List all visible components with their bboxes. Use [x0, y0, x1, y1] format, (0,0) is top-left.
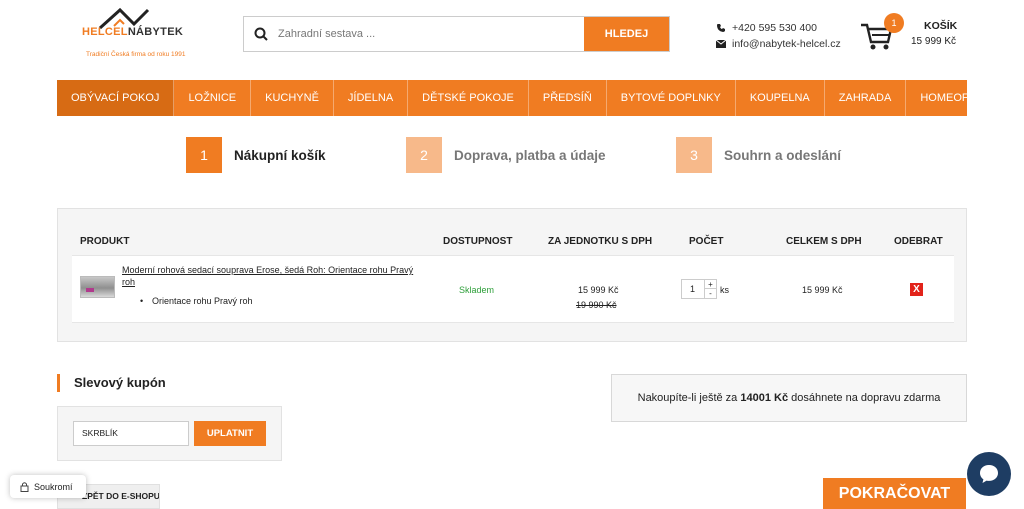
product-thumbnail[interactable] [80, 276, 115, 298]
search-button[interactable]: HLEDEJ [584, 17, 669, 51]
nav-item-homeoffice[interactable]: HOMEOFFICE [906, 80, 1007, 116]
privacy-label: Soukromí [34, 481, 73, 492]
contact-email: info@nabytek-helcel.cz [732, 38, 841, 50]
main-nav: OBÝVACÍ POKOJ LOŽNICE KUCHYNĚ JÍDELNA DĚ… [57, 80, 994, 116]
step-label: Nákupní košík [234, 147, 326, 163]
header-cart[interactable]: 1 KOŠÍK 15 999 Kč [860, 13, 960, 52]
nav-item-koupelna[interactable]: KOUPELNA [736, 80, 825, 116]
quantity-unit: ks [720, 285, 729, 295]
mail-icon [716, 40, 726, 48]
logo-wordmark: HELCELNÁBYTEK [82, 26, 183, 38]
step-summary[interactable]: 3 Souhrn a odeslání [676, 137, 841, 173]
step-label: Doprava, platba a údaje [454, 147, 606, 163]
step-number: 2 [406, 137, 442, 173]
quantity-decrease-button[interactable]: - [705, 289, 716, 298]
chat-widget-button[interactable] [967, 452, 1011, 496]
nav-item-kuchyne[interactable]: KUCHYNĚ [251, 80, 334, 116]
product-variant: Orientace rohu Pravý roh [140, 296, 252, 306]
header-remove: ODEBRAT [894, 236, 943, 247]
old-price: 19 990 Kč [576, 300, 617, 310]
nav-item-loznice[interactable]: LOŽNICE [174, 80, 252, 116]
nav-item-predsin[interactable]: PŘEDSÍŇ [529, 80, 607, 116]
nav-item-zahrada[interactable]: ZAHRADA [825, 80, 907, 116]
header-quantity: POČET [689, 236, 724, 247]
cart-total: 15 999 Kč [911, 36, 957, 47]
coupon-title: Slevový kupón [57, 374, 166, 392]
contact-phone-row[interactable]: +420 595 530 400 [716, 20, 841, 36]
step-number: 1 [186, 137, 222, 173]
quantity-stepper[interactable]: 1 + - [681, 279, 717, 299]
search-bar: HLEDEJ [243, 16, 670, 52]
phone-icon [717, 24, 725, 32]
lock-icon [20, 482, 29, 492]
privacy-button[interactable]: Soukromí [10, 475, 86, 498]
chat-bubble-icon [980, 465, 998, 483]
cart-label: KOŠÍK [924, 20, 958, 32]
header-availability: DOSTUPNOST [443, 236, 513, 247]
site-logo[interactable]: HELCELNÁBYTEK Tradiční Česká firma od ro… [82, 6, 194, 62]
step-number: 3 [676, 137, 712, 173]
cart-table: PRODUKT DOSTUPNOST ZA JEDNOTKU S DPH POČ… [57, 208, 967, 342]
quantity-increase-button[interactable]: + [705, 280, 716, 289]
apply-coupon-button[interactable]: UPLATNIT [194, 421, 266, 446]
contact-phone: +420 595 530 400 [732, 22, 817, 34]
header-total: CELKEM S DPH [786, 236, 862, 247]
nav-item-detske-pokoje[interactable]: DĚTSKÉ POKOJE [408, 80, 529, 116]
coupon-box: SKRBLÍK UPLATNIT [57, 406, 282, 461]
table-row: Moderní rohová sedací souprava Erose, še… [72, 255, 954, 323]
shipping-text-after: dosáhnete na dopravu zdarma [791, 392, 941, 404]
shipping-text-before: Nakoupíte-li ještě za [637, 392, 738, 404]
step-label: Souhrn a odeslání [724, 147, 842, 163]
step-cart[interactable]: 1 Nákupní košík [186, 137, 326, 173]
search-input[interactable] [278, 17, 584, 51]
unit-price: 15 999 Kč [578, 285, 619, 295]
remove-item-button[interactable]: X [910, 283, 923, 296]
nav-item-obyvaci-pokoj[interactable]: OBÝVACÍ POKOJ [57, 80, 175, 116]
header-product: PRODUKT [80, 236, 130, 247]
cart-count-badge: 1 [884, 13, 904, 33]
header-unit-price: ZA JEDNOTKU S DPH [548, 236, 653, 247]
product-name-link[interactable]: Moderní rohová sedací souprava Erose, še… [122, 264, 422, 288]
quantity-value[interactable]: 1 [690, 284, 695, 294]
nav-item-jidelna[interactable]: JÍDELNA [334, 80, 409, 116]
logo-tagline: Tradiční Česká firma od roku 1991 [86, 51, 186, 58]
continue-button[interactable]: POKRAČOVAT [823, 478, 966, 509]
logo-name-part1: HELCEL [82, 26, 128, 38]
nav-item-bytove-doplnky[interactable]: BYTOVÉ DOPLNKY [607, 80, 736, 116]
availability-status: Skladem [459, 285, 495, 295]
contact-info: +420 595 530 400 info@nabytek-helcel.cz [716, 20, 841, 52]
logo-name-part2: NÁBYTEK [127, 26, 184, 38]
row-total: 15 999 Kč [802, 285, 843, 295]
search-icon [244, 17, 278, 51]
shipping-amount: 14001 Kč [740, 392, 789, 404]
step-shipping[interactable]: 2 Doprava, platba a údaje [406, 137, 606, 173]
coupon-input[interactable]: SKRBLÍK [73, 421, 189, 446]
free-shipping-notice: Nakoupíte-li ještě za 14001 Kč dosáhnete… [611, 374, 967, 422]
contact-email-row[interactable]: info@nabytek-helcel.cz [716, 36, 841, 52]
